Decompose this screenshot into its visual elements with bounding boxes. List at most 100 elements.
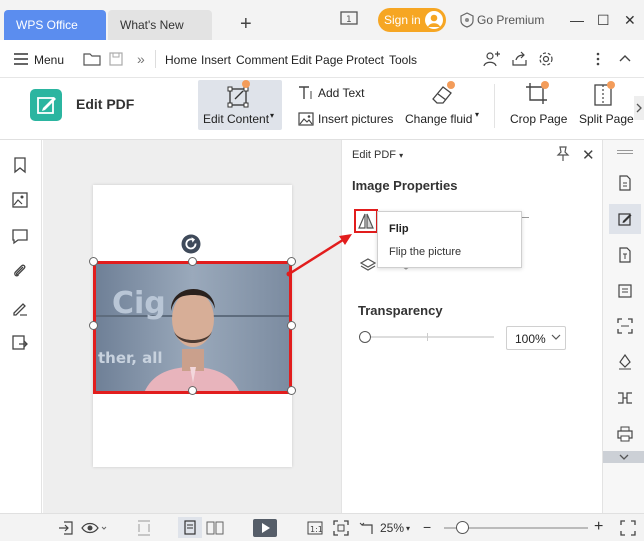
panel-header-dropdown[interactable]: Edit PDF ▾: [352, 149, 403, 161]
resize-handle-bottom-right[interactable]: [287, 386, 296, 395]
add-user-icon[interactable]: [483, 51, 500, 67]
menu-protect[interactable]: Protect: [346, 53, 384, 67]
tooltip-title: Flip: [389, 223, 409, 235]
signature-icon[interactable]: [11, 299, 29, 317]
tab-whats-new[interactable]: What's New: [108, 10, 212, 40]
resize-handle-bottom[interactable]: [188, 386, 197, 395]
resize-handle-left[interactable]: [89, 321, 98, 330]
minimize-button[interactable]: —: [570, 12, 584, 28]
compare-icon[interactable]: [617, 390, 633, 406]
save-icon[interactable]: [109, 52, 123, 66]
menu-tools[interactable]: Tools: [389, 53, 417, 67]
thumbnail-icon[interactable]: [11, 191, 29, 209]
close-panel-icon[interactable]: ✕: [582, 146, 595, 164]
ocr-scan-icon[interactable]: [617, 318, 633, 334]
resize-handle-top[interactable]: [188, 257, 197, 266]
zoom-slider-thumb[interactable]: [456, 521, 469, 534]
single-page-icon[interactable]: [136, 520, 152, 536]
new-tab-button[interactable]: +: [240, 12, 252, 36]
avatar-icon: [425, 11, 443, 29]
settings-gear-icon[interactable]: [538, 51, 554, 67]
collapse-ribbon-icon[interactable]: [619, 54, 631, 62]
status-bar: 1:1 25% ▾ − +: [0, 513, 644, 541]
rotate-handle-icon[interactable]: [181, 234, 201, 254]
pin-icon[interactable]: [556, 146, 570, 162]
zoom-in-button[interactable]: +: [594, 518, 603, 536]
new-badge-icon: [242, 80, 250, 88]
more-chevron-icon[interactable]: »: [137, 51, 145, 67]
edit-panel-tab[interactable]: [609, 204, 641, 234]
tab-wps-office[interactable]: WPS Office: [4, 10, 106, 40]
menu-divider: [155, 50, 156, 68]
share-icon[interactable]: [511, 51, 528, 67]
extract-icon[interactable]: [11, 334, 29, 352]
panel-header-label: Edit PDF: [352, 149, 397, 161]
premium-icon: [459, 12, 475, 28]
menu-button[interactable]: Menu: [34, 53, 64, 67]
ribbon-scroll-right-button[interactable]: [634, 96, 644, 120]
edit-pdf-icon: [30, 89, 62, 121]
add-text-button[interactable]: Add Text: [318, 86, 364, 100]
zoom-level[interactable]: 25%: [380, 521, 404, 535]
insert-pictures-button[interactable]: Insert pictures: [318, 112, 393, 126]
menu-home[interactable]: Home: [165, 53, 197, 67]
resize-handle-top-left[interactable]: [89, 257, 98, 266]
zoom-out-button[interactable]: −: [423, 519, 431, 535]
menu-edit-page[interactable]: Edit Page: [291, 53, 343, 67]
transparency-value: 100%: [515, 332, 546, 346]
comment-icon[interactable]: [11, 227, 29, 245]
split-page-icon: [592, 81, 616, 107]
chevron-down-icon[interactable]: ▾: [406, 524, 410, 533]
edit-content-button[interactable]: Edit Content ▾: [198, 80, 282, 130]
split-page-button[interactable]: Split Page: [579, 112, 634, 126]
svg-text:1: 1: [346, 15, 352, 25]
export-icon[interactable]: [58, 520, 74, 536]
open-folder-icon[interactable]: [83, 52, 101, 66]
slider-tick: [427, 333, 428, 341]
fit-page-icon[interactable]: [333, 520, 349, 536]
transparency-slider[interactable]: [364, 333, 494, 341]
svg-text:1:1: 1:1: [310, 525, 323, 534]
rotate-view-icon[interactable]: [359, 520, 375, 536]
more-options-icon[interactable]: [596, 51, 600, 67]
bookmark-icon[interactable]: [11, 156, 29, 174]
continuous-page-button[interactable]: [178, 517, 202, 538]
menu-insert[interactable]: Insert: [201, 53, 231, 67]
play-button[interactable]: [253, 519, 277, 537]
rail-collapse-button[interactable]: [603, 451, 644, 463]
menu-bar: Menu » Home Insert Comment Edit Page Pro…: [0, 40, 644, 78]
image-properties-title: Image Properties: [352, 178, 458, 193]
actual-size-icon[interactable]: 1:1: [307, 520, 323, 536]
two-page-icon[interactable]: [206, 520, 224, 536]
eye-view-icon[interactable]: [81, 520, 107, 536]
change-fluid-button[interactable]: Change fluid: [405, 112, 472, 126]
flip-tooltip: Flip Flip the picture: [377, 211, 522, 268]
pen-sign-icon[interactable]: [617, 354, 633, 370]
sign-in-label: Sign in: [384, 13, 421, 27]
menu-comment[interactable]: Comment: [236, 53, 288, 67]
fullscreen-icon[interactable]: [620, 520, 636, 536]
properties-doc-icon[interactable]: [617, 175, 633, 191]
edit-pdf-title: Edit PDF: [76, 96, 135, 112]
crop-page-icon: [524, 81, 550, 107]
transparency-select[interactable]: 100%: [506, 326, 566, 350]
hamburger-icon[interactable]: [13, 53, 29, 65]
title-bar: WPS Office What's New + 1 Sign in Go Pre…: [0, 0, 644, 40]
crop-page-button[interactable]: Crop Page: [510, 112, 567, 126]
go-premium-button[interactable]: Go Premium: [477, 13, 544, 27]
transparency-slider-thumb[interactable]: [359, 331, 371, 343]
layer-icon[interactable]: [360, 257, 376, 273]
ribbon: Edit PDF Edit Content ▾ Add Text Insert …: [0, 78, 644, 140]
doc-list-icon[interactable]: [617, 283, 633, 299]
attachment-icon[interactable]: [11, 262, 29, 280]
print-icon[interactable]: [617, 426, 633, 442]
ribbon-divider: [494, 84, 495, 128]
window-switch-icon[interactable]: 1: [340, 11, 360, 27]
resize-handle-right[interactable]: [287, 321, 296, 330]
left-sidebar: [0, 140, 42, 513]
sign-in-button[interactable]: Sign in: [378, 8, 446, 32]
close-button[interactable]: ✕: [624, 12, 636, 29]
chevron-down-icon: [551, 331, 561, 343]
maximize-button[interactable]: ☐: [597, 12, 610, 29]
doc-translate-icon[interactable]: [617, 247, 633, 263]
